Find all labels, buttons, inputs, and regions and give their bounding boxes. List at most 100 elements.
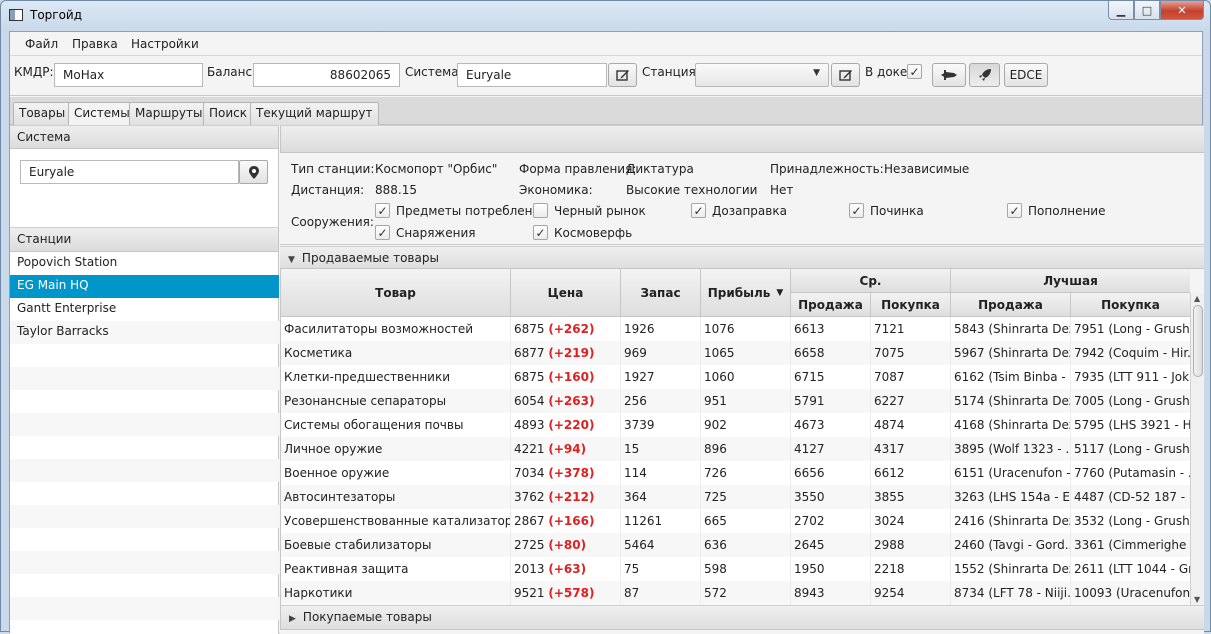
col-header-profit[interactable]: Прибыль ▼ bbox=[701, 269, 791, 317]
cell-best-buy: 10093 (Uracenufon ... bbox=[1071, 581, 1190, 605]
empty-row bbox=[10, 367, 279, 390]
empty-row bbox=[10, 597, 279, 620]
close-button[interactable]: ✕ bbox=[1160, 1, 1204, 20]
table-row[interactable]: Косметика 6877 (+219) 969 1065 6658 7075 5967 … bbox=[281, 341, 1190, 365]
cmdr-input[interactable]: MoHax bbox=[54, 63, 203, 87]
col-header-best-sell[interactable]: Продажа bbox=[951, 293, 1071, 317]
scroll-up-icon[interactable]: ▲ bbox=[1194, 294, 1200, 303]
col-header-price[interactable]: Цена bbox=[511, 269, 621, 317]
cell-profit: 1060 bbox=[701, 365, 791, 389]
cell-avg-buy: 7087 bbox=[871, 365, 951, 389]
scroll-down-icon[interactable]: ▼ bbox=[1194, 595, 1200, 604]
cell-item: Реактивная защита bbox=[281, 557, 511, 581]
table-row[interactable]: Автосинтезаторы 3762 (+212) 364 725 3550 3855… bbox=[281, 485, 1190, 509]
docked-checkbox[interactable]: ✓ bbox=[907, 64, 922, 79]
facility-checkbox[interactable]: ✓ bbox=[375, 225, 390, 240]
facility-repair[interactable]: ✓ Починка bbox=[849, 203, 924, 218]
table-row[interactable]: Резонансные сепараторы 6054 (+263) 256 951 5… bbox=[281, 389, 1190, 413]
cell-best-buy: 4487 (CD-52 187 - ... bbox=[1071, 485, 1190, 509]
facility-label: Дозаправка bbox=[712, 203, 787, 218]
cell-profit: 902 bbox=[701, 413, 791, 437]
col-header-item[interactable]: Товар bbox=[281, 269, 511, 317]
col-header-avg-sell[interactable]: Продажа bbox=[791, 293, 871, 317]
cell-avg-buy: 2988 bbox=[871, 533, 951, 557]
table-row[interactable]: Реактивная защита 2013 (+63) 75 598 1950 2218… bbox=[281, 557, 1190, 581]
price-value: 2725 bbox=[514, 538, 545, 552]
balance-input[interactable]: 88602065 bbox=[253, 63, 400, 87]
col-header-best-buy[interactable]: Покупка bbox=[1071, 293, 1190, 317]
facility-shipyard[interactable]: ✓ Космоверфь bbox=[533, 225, 632, 240]
facility-checkbox[interactable]: ✓ bbox=[533, 225, 548, 240]
facility-commodities[interactable]: ✓ Предметы потребления bbox=[375, 203, 548, 218]
menu-file[interactable]: Файл bbox=[25, 37, 58, 51]
table-row[interactable]: Личное оружие 4221 (+94) 15 896 4127 4317 3895… bbox=[281, 437, 1190, 461]
edit-station-button[interactable] bbox=[831, 63, 860, 87]
tab-search[interactable]: Поиск bbox=[203, 102, 254, 125]
cell-best-sell: 5967 (Shinrarta Dez... bbox=[951, 341, 1071, 365]
cell-best-sell: 2460 (Tavgi - Gord... bbox=[951, 533, 1071, 557]
cell-price: 2867 (+166) bbox=[511, 509, 621, 533]
facility-checkbox[interactable]: ✓ bbox=[375, 203, 390, 218]
system-section-header: Система bbox=[10, 125, 278, 149]
cell-item: Усовершенствованные катализаторы bbox=[281, 509, 511, 533]
edit-system-button[interactable] bbox=[608, 63, 637, 87]
ship-button[interactable] bbox=[932, 63, 966, 87]
station-type-label: Тип станции: bbox=[291, 162, 375, 176]
station-item[interactable]: Popovich Station bbox=[10, 252, 279, 275]
allegiance-label: Принадлежность: bbox=[770, 162, 884, 176]
table-row[interactable]: Военное оружие 7034 (+378) 114 726 6656 6612 6… bbox=[281, 461, 1190, 485]
station-select[interactable]: ▼ bbox=[695, 63, 829, 87]
table-row[interactable]: Боевые стабилизаторы 2725 (+80) 5464 636 264… bbox=[281, 533, 1190, 557]
facility-refuel[interactable]: ✓ Дозаправка bbox=[691, 203, 787, 218]
facility-outfitting[interactable]: ✓ Снаряжения bbox=[375, 225, 475, 240]
cell-item: Резонансные сепараторы bbox=[281, 389, 511, 413]
bought-goods-header[interactable]: ▶ Покупаемые товары bbox=[280, 605, 1204, 630]
col-group-average: Ср. bbox=[791, 269, 951, 293]
cell-avg-buy: 7121 bbox=[871, 317, 951, 341]
minimize-button[interactable]: ▁ bbox=[1108, 1, 1134, 20]
station-item-selected[interactable]: EG Main HQ bbox=[10, 275, 279, 298]
cell-profit: 725 bbox=[701, 485, 791, 509]
cell-price: 6875 (+160) bbox=[511, 365, 621, 389]
table-row[interactable]: Фасилитаторы возможностей 6875 (+262) 1926… bbox=[281, 317, 1190, 341]
station-item[interactable]: Gantt Enterprise bbox=[10, 298, 279, 321]
facility-checkbox[interactable]: ✓ bbox=[691, 203, 706, 218]
cell-item: Автосинтезаторы bbox=[281, 485, 511, 509]
tab-routes[interactable]: Маршруты bbox=[129, 102, 209, 125]
cell-item: Фасилитаторы возможностей bbox=[281, 317, 511, 341]
cell-profit: 598 bbox=[701, 557, 791, 581]
sold-goods-header[interactable]: ▼ Продаваемые товары bbox=[280, 246, 1204, 269]
locate-button[interactable] bbox=[239, 160, 268, 184]
table-row[interactable]: Клетки-предшественники 6875 (+160) 1927 106… bbox=[281, 365, 1190, 389]
facility-checkbox[interactable]: ✓ bbox=[849, 203, 864, 218]
rocket-button[interactable] bbox=[969, 63, 1000, 87]
tab-systems[interactable]: Системы bbox=[68, 102, 136, 126]
price-delta: (+63) bbox=[548, 562, 587, 576]
facility-checkbox[interactable]: ✓ bbox=[1007, 203, 1022, 218]
facility-black-market[interactable]: Черный рынок bbox=[533, 203, 646, 218]
facility-checkbox[interactable] bbox=[533, 203, 548, 218]
menu-settings[interactable]: Настройки bbox=[131, 37, 199, 51]
tab-goods[interactable]: Товары bbox=[13, 102, 72, 125]
edce-button[interactable]: EDCE bbox=[1004, 63, 1048, 87]
col-header-stock[interactable]: Запас bbox=[621, 269, 701, 317]
scroll-thumb[interactable] bbox=[1193, 305, 1203, 377]
system-input[interactable]: Euryale bbox=[457, 63, 607, 87]
price-value: 6875 bbox=[514, 322, 545, 336]
facility-rearm[interactable]: ✓ Пополнение bbox=[1007, 203, 1105, 218]
table-row[interactable]: Наркотики 9521 (+578) 87 572 8943 9254 8734 (L… bbox=[281, 581, 1190, 605]
col-header-avg-buy[interactable]: Покупка bbox=[871, 293, 951, 317]
cell-best-sell: 4168 (Shinrarta Dez... bbox=[951, 413, 1071, 437]
table-row[interactable]: Усовершенствованные катализаторы 2867 (+1… bbox=[281, 509, 1190, 533]
system-search-input[interactable]: Euryale bbox=[20, 160, 239, 184]
tab-current-route[interactable]: Текущий маршрут bbox=[250, 102, 379, 125]
cell-price: 4893 (+220) bbox=[511, 413, 621, 437]
cell-profit: 896 bbox=[701, 437, 791, 461]
menu-edit[interactable]: Правка bbox=[72, 37, 118, 51]
table-vertical-scrollbar[interactable]: ▲ ▼ bbox=[1190, 293, 1204, 605]
table-row[interactable]: Системы обогащения почвы 4893 (+220) 3739 9… bbox=[281, 413, 1190, 437]
collapsed-triangle-icon: ▶ bbox=[289, 614, 296, 624]
station-item[interactable]: Taylor Barracks bbox=[10, 321, 279, 344]
cell-best-sell: 5174 (Shinrarta Dez... bbox=[951, 389, 1071, 413]
maximize-button[interactable]: □ bbox=[1134, 1, 1160, 20]
